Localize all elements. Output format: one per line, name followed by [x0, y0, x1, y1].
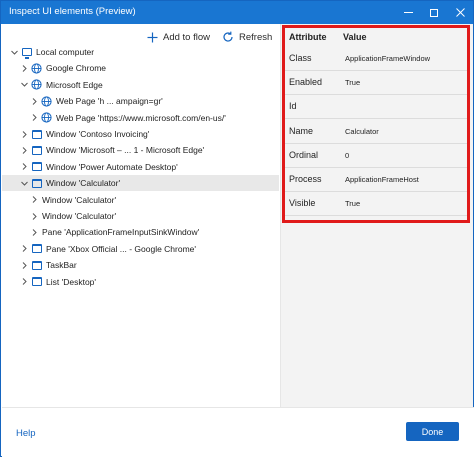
tree-node-label: List 'Desktop'	[46, 276, 97, 287]
tree-node-label: Window 'Power Automate Desktop'	[46, 161, 178, 172]
title-bar[interactable]: Inspect UI elements (Preview)	[1, 1, 473, 24]
tree-node[interactable]: Pane 'Xbox Official ... - Google Chrome'	[2, 241, 279, 257]
plus-icon	[146, 31, 158, 43]
tree-node[interactable]: Microsoft Edge	[2, 77, 279, 93]
window-icon	[31, 243, 42, 254]
tree-node-label: Window 'Contoso Invoicing'	[46, 129, 150, 139]
window-icon	[31, 260, 42, 271]
maximize-icon	[430, 8, 438, 17]
minimize-button[interactable]	[395, 1, 421, 24]
done-button[interactable]: Done	[406, 422, 459, 441]
tree-node-label: Pane 'Xbox Official ... - Google Chrome'	[46, 243, 197, 254]
tree-node-label: Pane 'ApplicationFrameInputSinkWindow'	[42, 227, 200, 238]
refresh-label: Refresh	[239, 31, 273, 43]
window-icon	[31, 145, 42, 156]
attributes-highlight-box	[282, 25, 470, 223]
footer	[2, 407, 474, 457]
tree-node-label: Web Page 'h ... ampaign=gr'	[56, 96, 163, 107]
tree-node[interactable]: TaskBar	[2, 257, 279, 273]
tree-node[interactable]: Window 'Contoso Invoicing'	[2, 126, 279, 142]
chevron-right-icon[interactable]	[30, 212, 38, 220]
refresh-icon	[222, 31, 234, 43]
chevron-right-icon[interactable]	[30, 97, 38, 105]
tree-node-label: Microsoft Edge	[46, 79, 103, 90]
computer-icon	[21, 47, 32, 59]
add-to-flow-label: Add to flow	[163, 31, 210, 43]
tree-node-label: Window 'Microsoft – ... 1 - Microsoft Ed…	[46, 145, 205, 156]
globe-icon	[41, 96, 52, 107]
element-tree-pane: Add to flow Refresh Local computer Google…	[2, 24, 279, 407]
tree-node-label: Window 'Calculator'	[42, 211, 117, 221]
chevron-down-icon[interactable]	[20, 179, 28, 187]
chevron-right-icon[interactable]	[20, 146, 28, 154]
maximize-button[interactable]	[421, 1, 447, 24]
tree-node[interactable]: Web Page 'https://www.microsoft.com/en-u…	[2, 110, 279, 126]
close-icon	[455, 8, 465, 17]
globe-icon	[31, 79, 42, 90]
window-title: Inspect UI elements (Preview)	[9, 6, 136, 17]
close-button[interactable]	[447, 1, 473, 24]
window-icon	[31, 276, 42, 287]
inspect-ui-window: Inspect UI elements (Preview) Add to flo…	[0, 0, 474, 457]
window-icon	[31, 161, 42, 172]
chevron-right-icon[interactable]	[20, 64, 28, 72]
chevron-down-icon[interactable]	[20, 81, 28, 89]
minimize-icon	[403, 12, 413, 13]
tree-node[interactable]: Window 'Power Automate Desktop'	[2, 159, 279, 175]
tree-node[interactable]: Local computer	[2, 44, 279, 60]
chevron-right-icon[interactable]	[30, 228, 38, 236]
tree-node[interactable]: Google Chrome	[2, 60, 279, 76]
tree-node-label: TaskBar	[46, 260, 77, 271]
tree-node-label: Window 'Calculator'	[46, 178, 121, 189]
chevron-down-icon[interactable]	[10, 48, 18, 56]
tree-node[interactable]: Window 'Calculator'	[2, 175, 279, 192]
chevron-right-icon[interactable]	[20, 163, 28, 171]
tree-node[interactable]: List 'Desktop'	[2, 274, 279, 290]
chevron-right-icon[interactable]	[20, 130, 28, 138]
tree-node[interactable]: Window 'Calculator'	[2, 192, 279, 208]
tree-node-label: Google Chrome	[46, 63, 107, 74]
tree-node[interactable]: Window 'Microsoft – ... 1 - Microsoft Ed…	[2, 142, 279, 158]
chevron-right-icon[interactable]	[20, 278, 28, 286]
window-icon	[31, 129, 42, 140]
window-icon	[31, 178, 42, 189]
chevron-right-icon[interactable]	[30, 114, 38, 122]
tree-node-label: Web Page 'https://www.microsoft.com/en-u…	[56, 112, 226, 123]
chevron-right-icon[interactable]	[20, 261, 28, 269]
tree-node[interactable]: Pane 'ApplicationFrameInputSinkWindow'	[2, 224, 279, 240]
globe-icon	[41, 112, 52, 123]
tree-node[interactable]: Window 'Calculator'	[2, 208, 279, 224]
tree-node[interactable]: Web Page 'h ... ampaign=gr'	[2, 93, 279, 109]
chevron-right-icon[interactable]	[20, 245, 28, 253]
tree-node-label: Local computer	[36, 47, 95, 57]
globe-icon	[31, 63, 42, 74]
tree-node-label: Window 'Calculator'	[42, 194, 117, 205]
chevron-right-icon[interactable]	[30, 196, 38, 204]
help-link[interactable]: Help	[16, 428, 36, 439]
